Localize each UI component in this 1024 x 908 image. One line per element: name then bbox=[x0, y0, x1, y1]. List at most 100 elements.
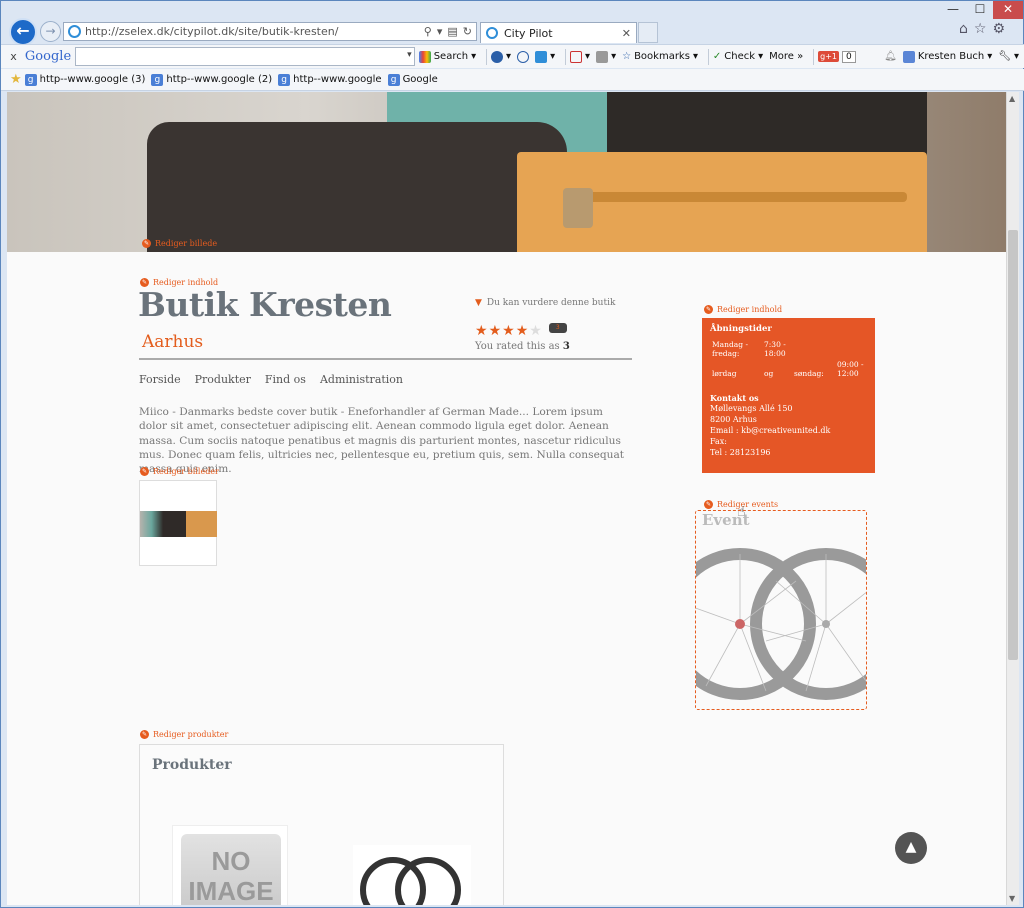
events-title: Event bbox=[702, 511, 750, 529]
search-icon[interactable]: ⚲ bbox=[424, 25, 432, 38]
google-search-icon bbox=[418, 50, 431, 63]
check-button[interactable]: ✓ Check ▾ bbox=[713, 51, 763, 62]
notifications-button[interactable]: 🔔︎ bbox=[884, 51, 897, 62]
edit-hero-image-link[interactable]: ✎ Rediger billede bbox=[142, 239, 217, 248]
star-icon[interactable]: ★ bbox=[529, 323, 542, 339]
star-icon[interactable]: ★ bbox=[489, 323, 502, 339]
pencil-icon: ✎ bbox=[140, 730, 149, 739]
page-viewport: ✎ Rediger billede ✎ Rediger indhold Butik … bbox=[7, 92, 1006, 905]
favorite-link-3[interactable]: g http--www.google bbox=[278, 73, 382, 86]
google-favicon: g bbox=[24, 73, 37, 86]
clock-button[interactable] bbox=[517, 50, 530, 63]
home-icon[interactable]: ⌂ bbox=[959, 21, 968, 37]
back-button[interactable]: ← bbox=[9, 18, 37, 46]
google-toolbar: x Google ▾ Search ▾ ▾ ▾ ▾ ▾ ☆ Bookmarks ▾ ✓… bbox=[1, 44, 1024, 68]
add-favorite-star-icon[interactable]: ★ bbox=[10, 72, 22, 87]
gallery-image[interactable] bbox=[140, 511, 217, 537]
scroll-to-top-button[interactable]: ▲ bbox=[895, 832, 927, 864]
pencil-icon: ✎ bbox=[142, 239, 151, 248]
puzzle-button[interactable]: ▾ bbox=[535, 50, 555, 63]
star-icon[interactable]: ★ bbox=[502, 323, 515, 339]
favorites-star-icon[interactable]: ☆ bbox=[974, 21, 987, 37]
compatibility-icon[interactable]: ▤ bbox=[447, 25, 457, 38]
bookmark-star-icon: ☆ bbox=[622, 51, 632, 62]
rating-hint[interactable]: ▼ Du kan vurdere denne butik bbox=[475, 298, 615, 308]
pencil-icon: ✎ bbox=[704, 305, 713, 314]
edit-products-link[interactable]: ✎ Rediger produkter bbox=[140, 730, 228, 739]
new-tab-button[interactable] bbox=[638, 22, 658, 43]
bookmarks-button[interactable]: ☆ Bookmarks ▾ bbox=[622, 51, 698, 62]
clock-icon bbox=[517, 50, 530, 63]
popup-blocker-button[interactable]: ▾ bbox=[570, 50, 590, 63]
nav-produkter[interactable]: Produkter bbox=[195, 373, 251, 386]
products-title: Produkter bbox=[152, 757, 232, 773]
nav-find-os[interactable]: Find os bbox=[265, 373, 306, 386]
shop-nav: Forside Produkter Find os Administration bbox=[139, 373, 403, 386]
close-window-button[interactable]: ✕ bbox=[993, 1, 1023, 19]
favorite-link-4[interactable]: g Google bbox=[387, 73, 438, 86]
autofill-icon bbox=[596, 50, 609, 63]
more-button[interactable]: More » bbox=[769, 51, 803, 62]
product-item[interactable]: NO IMAGE bbox=[172, 825, 288, 905]
gplus-button[interactable]: g+1 0 bbox=[818, 50, 856, 63]
hero-banner: ✎ Rediger billede bbox=[7, 92, 1006, 252]
bell-icon: 🔔︎ bbox=[884, 51, 897, 62]
title-divider bbox=[139, 358, 632, 360]
scrollbar-thumb[interactable] bbox=[1008, 230, 1018, 660]
star-icon[interactable]: ★ bbox=[475, 323, 488, 339]
settings-gear-icon[interactable]: ⚙ bbox=[992, 21, 1005, 37]
edit-sidebar-content-link[interactable]: ✎ Rediger indhold bbox=[704, 305, 782, 314]
url-text[interactable]: http://zselex.dk/citypilot.dk/site/butik… bbox=[85, 25, 424, 38]
address-bar[interactable]: http://zselex.dk/citypilot.dk/site/butik… bbox=[63, 22, 477, 41]
forward-button[interactable]: → bbox=[40, 21, 61, 42]
browser-window: — ☐ ✕ ← → http://zselex.dk/citypilot.dk/… bbox=[0, 0, 1024, 908]
bike-wheels-image bbox=[696, 548, 866, 700]
tab-ie-icon bbox=[486, 27, 498, 39]
events-box[interactable]: Event bbox=[695, 510, 867, 710]
refresh-icon[interactable]: ↻ bbox=[463, 25, 472, 38]
title-bar: — ☐ ✕ bbox=[1, 1, 1024, 19]
contact-title: Kontakt os bbox=[710, 393, 759, 403]
opening-hours-box: Åbningstider Mandag - fredag: 7:30 - 18:0… bbox=[702, 318, 875, 473]
back-arrow-icon: ← bbox=[16, 21, 30, 40]
favorite-link-2[interactable]: g http--www.google (2) bbox=[151, 73, 272, 86]
page-scrollbar[interactable]: ▲ ▼ bbox=[1006, 92, 1019, 905]
autofill-button[interactable]: ▾ bbox=[596, 50, 616, 63]
tab-close-icon[interactable]: ✕ bbox=[622, 27, 636, 40]
comment-count-badge: 3 bbox=[548, 323, 567, 333]
google-favicon: g bbox=[278, 73, 291, 86]
search-dropdown-icon[interactable]: ▾ bbox=[407, 50, 412, 60]
favorite-link-1[interactable]: g http--www.google (3) bbox=[24, 73, 145, 86]
star-icon[interactable]: ★ bbox=[516, 323, 529, 339]
opening-hours-title: Åbningstider bbox=[710, 324, 772, 334]
rating-stars[interactable]: ★ ★ ★ ★ ★ 3 bbox=[475, 323, 567, 339]
forward-arrow-icon: → bbox=[45, 24, 56, 38]
account-button[interactable]: Kresten Buch ▾ bbox=[902, 50, 992, 63]
contact-details: Møllevangs Allé 150 8200 Arhus Email : k… bbox=[710, 403, 867, 458]
shop-city: Aarhus bbox=[142, 332, 204, 352]
google-search-input[interactable]: ▾ bbox=[75, 47, 415, 66]
edit-images-link[interactable]: ✎ Rediger billeder bbox=[140, 467, 219, 476]
gallery-thumbnail[interactable] bbox=[139, 480, 217, 566]
hours-row: lørdag og søndag: 09:00 - 12:00 bbox=[712, 360, 864, 378]
puzzle-icon bbox=[535, 50, 548, 63]
wrench-button[interactable]: 🔧︎ ▾ bbox=[998, 51, 1019, 62]
scroll-up-icon[interactable]: ▲ bbox=[1009, 94, 1015, 103]
tab-city-pilot[interactable]: City Pilot ✕ bbox=[480, 22, 637, 43]
you-rated-text: You rated this as 3 bbox=[475, 341, 570, 352]
minimize-button[interactable]: — bbox=[939, 1, 967, 19]
shop-title: Butik Kresten bbox=[138, 285, 392, 324]
nav-administration[interactable]: Administration bbox=[320, 373, 403, 386]
dropdown-icon[interactable]: ▾ bbox=[437, 25, 443, 38]
maximize-button[interactable]: ☐ bbox=[967, 1, 993, 19]
scroll-down-icon[interactable]: ▼ bbox=[1009, 894, 1015, 903]
close-toolbar-icon[interactable]: x bbox=[6, 50, 21, 63]
contact-email[interactable]: Email : kb@creativeunited.dk bbox=[710, 425, 867, 436]
hours-row: Mandag - fredag: 7:30 - 18:00 bbox=[712, 340, 786, 358]
wrench-icon: 🔧︎ bbox=[998, 51, 1011, 62]
search-button[interactable]: Search ▾ bbox=[418, 50, 476, 63]
product-item[interactable] bbox=[353, 845, 471, 905]
nav-forside[interactable]: Forside bbox=[139, 373, 181, 386]
popup-blocker-icon bbox=[570, 50, 583, 63]
pagerank-button[interactable]: ▾ bbox=[491, 50, 511, 63]
